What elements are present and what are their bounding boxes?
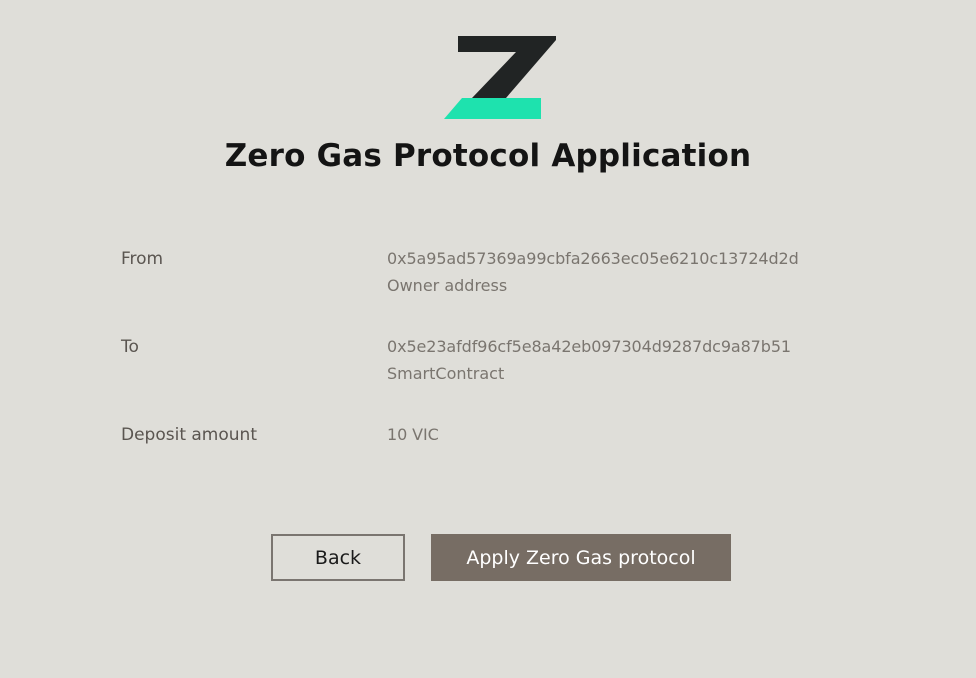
from-address-type: Owner address bbox=[387, 276, 508, 295]
from-row: From 0x5a95ad57369a99cbfa2663ec05e6210c1… bbox=[121, 246, 861, 334]
transaction-details: From 0x5a95ad57369a99cbfa2663ec05e6210c1… bbox=[121, 246, 861, 452]
from-value-block: 0x5a95ad57369a99cbfa2663ec05e6210c13724d… bbox=[387, 246, 799, 300]
deposit-label: Deposit amount bbox=[121, 425, 257, 445]
to-address-type: SmartContract bbox=[387, 364, 505, 383]
back-button[interactable]: Back bbox=[271, 534, 405, 581]
from-label: From bbox=[121, 249, 164, 269]
apply-zero-gas-button[interactable]: Apply Zero Gas protocol bbox=[431, 534, 731, 581]
to-row: To 0x5e23afdf96cf5e8a42eb097304d9287dc9a… bbox=[121, 334, 861, 422]
from-address: 0x5a95ad57369a99cbfa2663ec05e6210c13724d… bbox=[387, 249, 799, 268]
deposit-row: Deposit amount 10 VIC bbox=[121, 422, 861, 452]
to-label: To bbox=[121, 337, 139, 357]
deposit-value-block: 10 VIC bbox=[387, 422, 439, 448]
to-address: 0x5e23afdf96cf5e8a42eb097304d9287dc9a87b… bbox=[387, 337, 791, 356]
deposit-amount: 10 VIC bbox=[387, 425, 439, 444]
to-value-block: 0x5e23afdf96cf5e8a42eb097304d9287dc9a87b… bbox=[387, 334, 791, 388]
page-title: Zero Gas Protocol Application bbox=[224, 138, 752, 174]
zero-gas-logo-icon bbox=[444, 36, 558, 120]
